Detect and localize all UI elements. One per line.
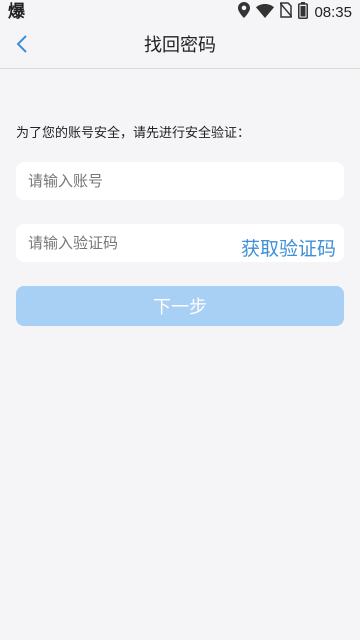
nav-bar: 找回密码 [0,24,360,69]
status-icons: 08:35 [238,0,352,24]
app-notification-icon: 爆 [8,2,25,22]
location-icon [238,2,251,22]
account-input[interactable] [28,162,328,200]
page-title: 找回密码 [144,35,216,56]
next-button[interactable]: 下一步 [16,286,344,326]
status-time: 08:35 [314,3,352,21]
account-field-container [16,162,344,200]
code-field-container: 获取验证码 [16,224,344,262]
back-button[interactable] [6,30,38,62]
status-bar: 爆 08:35 [0,0,360,24]
chevron-left-icon [16,34,28,58]
security-hint: 为了您的账号安全，请先进行安全验证： [16,126,251,141]
battery-icon [298,1,309,23]
get-code-button[interactable]: 获取验证码 [241,234,336,261]
no-sim-icon [279,2,294,22]
verification-code-input[interactable] [28,224,228,262]
wifi-icon [256,3,275,22]
